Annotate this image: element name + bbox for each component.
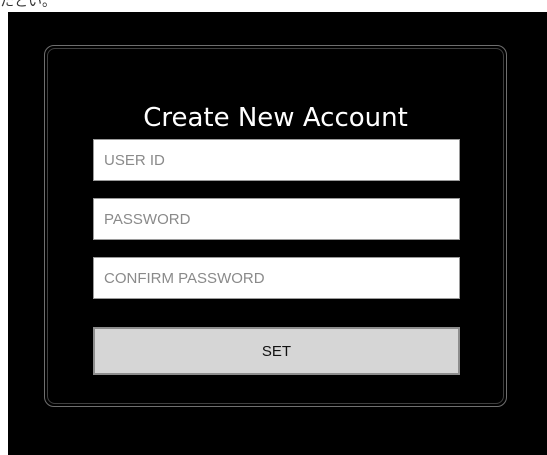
password-field[interactable] (93, 198, 460, 240)
set-button[interactable]: SET (93, 327, 460, 375)
page-title: Create New Account (143, 103, 408, 133)
app-screen: Create New Account SET (8, 12, 547, 455)
user-id-field[interactable] (93, 139, 460, 181)
password-input[interactable] (104, 199, 449, 239)
user-id-input[interactable] (104, 140, 449, 180)
confirm-password-input[interactable] (104, 258, 449, 298)
create-account-panel: Create New Account SET (44, 45, 507, 407)
page-header-fragment: たとい。 (0, 0, 56, 10)
confirm-password-field[interactable] (93, 257, 460, 299)
